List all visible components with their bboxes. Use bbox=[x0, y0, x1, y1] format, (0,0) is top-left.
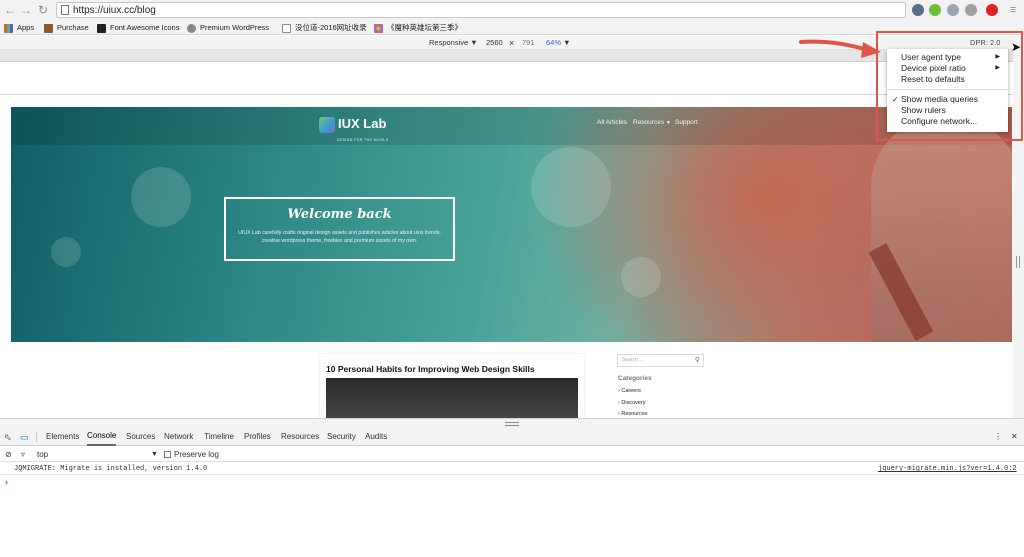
page-icon bbox=[282, 23, 291, 33]
hero-banner: IUX Lab DESIGN FOR THE WORLD All Article… bbox=[11, 107, 1012, 342]
logo-tagline: DESIGN FOR THE WORLD bbox=[337, 138, 389, 142]
menu-item-device-pixel-ratio[interactable]: Device pixel ratio bbox=[901, 63, 966, 74]
post-card[interactable]: 10 Personal Habits for Improving Web Des… bbox=[320, 354, 584, 418]
tab-elements[interactable]: Elements bbox=[46, 428, 79, 446]
bookmark-premium-wordpress[interactable]: Premium WordPress bbox=[187, 22, 269, 33]
mouse-cursor-icon: ➤ bbox=[1011, 40, 1022, 54]
category-link[interactable]: › Careers bbox=[618, 388, 641, 394]
site-search-input[interactable]: Search ... ⚲ bbox=[617, 354, 704, 367]
more-options-icon[interactable]: ⋮ bbox=[994, 428, 1002, 446]
welcome-text: UIUX Lab carefully crafts original desig… bbox=[238, 230, 441, 244]
submenu-arrow-icon: ▶ bbox=[995, 54, 1000, 60]
preserve-log-label: Preserve log bbox=[174, 450, 219, 459]
device-mode-icon[interactable]: ▭ bbox=[20, 428, 29, 446]
height-input[interactable]: 791 bbox=[522, 36, 535, 50]
context-select[interactable]: top bbox=[37, 447, 48, 462]
reload-icon[interactable]: ↻ bbox=[36, 3, 50, 17]
tab-network[interactable]: Network bbox=[164, 428, 193, 446]
console-message-source[interactable]: jquery-migrate.min.js?ver=1.4.0:2 bbox=[878, 463, 1017, 475]
pinwheel-icon bbox=[374, 23, 383, 33]
cloud-icon[interactable] bbox=[965, 4, 977, 16]
device-mode-select[interactable]: Responsive ▼ bbox=[429, 36, 478, 50]
category-link[interactable]: › Discovery bbox=[618, 400, 646, 406]
filter-icon[interactable]: ▿ bbox=[21, 447, 25, 462]
welcome-box: Welcome back UIUX Lab carefully crafts o… bbox=[224, 197, 455, 261]
close-icon[interactable]: ✕ bbox=[1011, 428, 1018, 446]
globe-icon bbox=[187, 23, 196, 33]
resize-grip-icon[interactable] bbox=[1016, 256, 1020, 268]
tab-resources[interactable]: Resources bbox=[281, 428, 319, 446]
devtools-tab-bar: ⬁ ▭ Elements Console Sources Network Tim… bbox=[0, 428, 1024, 446]
tab-timeline[interactable]: Timeline bbox=[204, 428, 234, 446]
menu-item-show-media-queries[interactable]: Show media queries bbox=[901, 94, 978, 105]
tab-audits[interactable]: Audits bbox=[365, 428, 387, 446]
flag-icon bbox=[97, 23, 106, 33]
toolbar-divider bbox=[36, 432, 37, 442]
search-icon[interactable]: ⚲ bbox=[695, 356, 700, 364]
menu-icon[interactable]: ≡ bbox=[1006, 3, 1020, 17]
tab-profiles[interactable]: Profiles bbox=[244, 428, 271, 446]
search-placeholder: Search ... bbox=[622, 357, 644, 363]
chevron-down-icon: ▼ bbox=[665, 120, 671, 126]
tab-security[interactable]: Security bbox=[327, 428, 356, 446]
skype-icon[interactable] bbox=[947, 4, 959, 16]
dimension-separator: × bbox=[509, 38, 515, 48]
bookmark-apps[interactable]: Apps bbox=[4, 22, 34, 33]
nav-all-articles[interactable]: All Articles bbox=[597, 119, 627, 126]
menu-item-user-agent-type[interactable]: User agent type bbox=[901, 52, 961, 63]
extension-icon[interactable] bbox=[912, 4, 924, 16]
forward-icon[interactable]: → bbox=[19, 3, 33, 17]
browser-toolbar: ← → ↻ https://uiux.cc/blog ≡ bbox=[0, 0, 1024, 20]
width-input[interactable]: 2560 bbox=[486, 36, 503, 50]
site-logo[interactable]: IUX Lab DESIGN FOR THE WORLD bbox=[319, 115, 388, 142]
menu-item-configure-network[interactable]: Configure network... bbox=[901, 116, 977, 127]
tab-sources[interactable]: Sources bbox=[126, 428, 155, 446]
category-link[interactable]: › Resources bbox=[618, 411, 648, 417]
bookmark-purchase[interactable]: Purchase bbox=[44, 22, 89, 33]
context-dropdown-icon[interactable]: ▼ bbox=[151, 447, 158, 462]
clear-console-icon[interactable]: ⊘ bbox=[5, 447, 12, 462]
page-icon bbox=[61, 5, 69, 15]
zoom-select[interactable]: 64% ▼ bbox=[546, 36, 571, 50]
post-thumbnail[interactable] bbox=[326, 378, 578, 418]
apps-icon bbox=[4, 23, 13, 33]
devtools-resize-bar[interactable] bbox=[0, 418, 1024, 428]
annotation-arrow bbox=[799, 39, 881, 58]
console-message-text: JQMIGRATE: Migrate is installed, version… bbox=[14, 465, 208, 473]
console-prompt-icon[interactable]: › bbox=[5, 477, 8, 487]
tab-console[interactable]: Console bbox=[87, 428, 117, 446]
bookmark-chinese-2[interactable]: 《魔种英雄坛第三季》 bbox=[374, 22, 462, 33]
emulated-viewport[interactable]: IUX Lab DESIGN FOR THE WORLD All Article… bbox=[11, 107, 1012, 418]
bookmark-chinese-1[interactable]: 没位道-2016网址收录 bbox=[282, 22, 367, 33]
nav-support[interactable]: Support bbox=[675, 119, 698, 126]
bookmark-font-awesome[interactable]: Font Awesome Icons bbox=[97, 22, 179, 33]
menu-divider bbox=[887, 89, 1008, 90]
console-message: JQMIGRATE: Migrate is installed, version… bbox=[0, 463, 1024, 475]
categories-heading: Categories bbox=[618, 375, 652, 382]
device-options-menu: User agent type ▶ Device pixel ratio ▶ R… bbox=[887, 49, 1008, 132]
download-icon[interactable] bbox=[929, 4, 941, 16]
drag-handle-icon[interactable] bbox=[505, 422, 519, 426]
submenu-arrow-icon: ▶ bbox=[995, 65, 1000, 71]
checkmark-icon: ✓ bbox=[892, 95, 899, 104]
ruler-divider bbox=[0, 94, 1024, 95]
welcome-title: Welcome back bbox=[287, 207, 392, 222]
inspect-icon[interactable]: ⬁ bbox=[4, 428, 12, 446]
bookmark-icon bbox=[44, 23, 53, 33]
url-text: https://uiux.cc/blog bbox=[73, 5, 156, 16]
bookmarks-bar: Apps Purchase Font Awesome Icons Premium… bbox=[0, 20, 1024, 35]
nav-resources[interactable]: Resources ▼ bbox=[633, 119, 671, 126]
console-toolbar: ⊘ ▿ top ▼ Preserve log bbox=[0, 447, 1024, 462]
address-bar[interactable]: https://uiux.cc/blog bbox=[56, 2, 906, 18]
menu-item-show-rulers[interactable]: Show rulers bbox=[901, 105, 946, 116]
post-title[interactable]: 10 Personal Habits for Improving Web Des… bbox=[326, 364, 535, 374]
youtube-icon[interactable] bbox=[986, 4, 998, 16]
back-icon[interactable]: ← bbox=[3, 3, 17, 17]
person-hood-image bbox=[871, 117, 1012, 342]
preserve-log-checkbox[interactable] bbox=[164, 451, 171, 458]
logo-icon bbox=[319, 116, 335, 133]
menu-item-reset-defaults[interactable]: Reset to defaults bbox=[901, 74, 965, 85]
